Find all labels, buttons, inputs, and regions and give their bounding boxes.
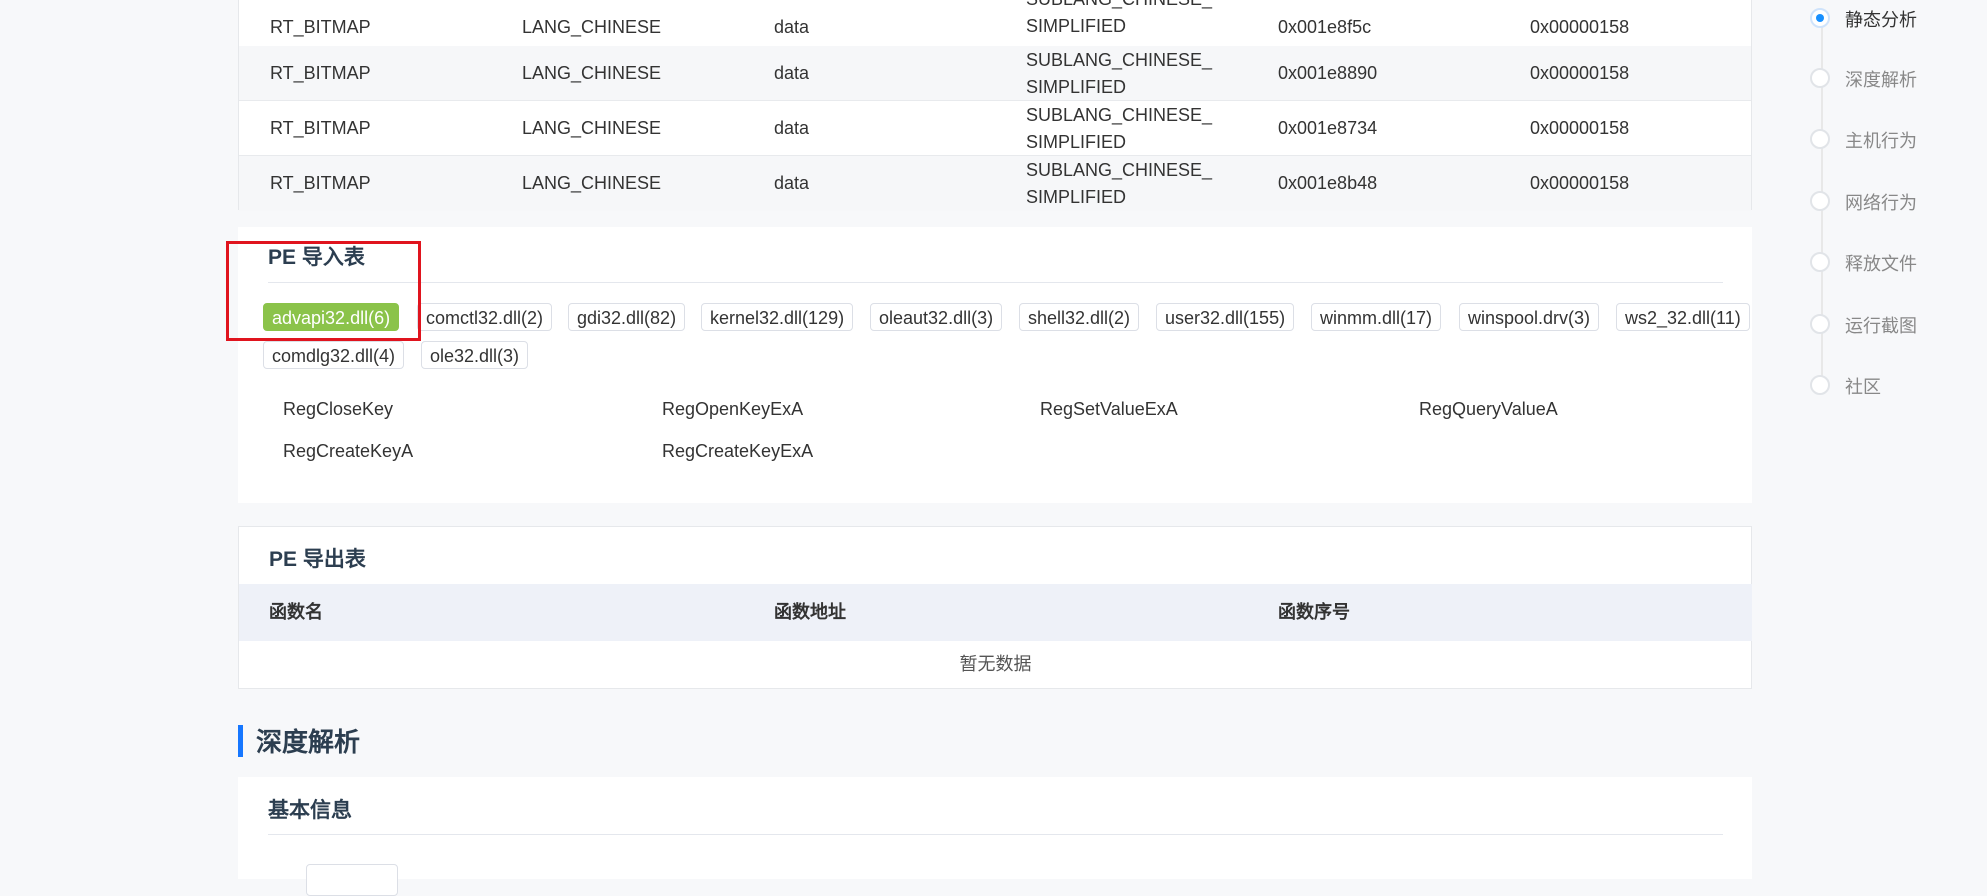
import-function: RegSetValueExA <box>1040 399 1178 419</box>
nav-label: 静态分析 <box>1845 10 1917 30</box>
dll-tag-user32[interactable]: user32.dll(155) <box>1156 303 1295 331</box>
basic-info-card <box>238 777 1752 879</box>
resource-type: RT_BITMAP <box>270 62 371 83</box>
import-function: RegOpenKeyExA <box>662 399 804 419</box>
nav-dot <box>1810 8 1830 28</box>
dll-tag-gdi32[interactable]: gdi32.dll(82) <box>568 303 686 331</box>
column-header: 函数序号 <box>1278 602 1350 622</box>
nav-label: 社区 <box>1845 377 1881 397</box>
export-table-title: PE 导出表 <box>269 548 366 571</box>
import-function: RegCreateKeyA <box>283 441 414 461</box>
table-row: RT_BITMAP LANG_CHINESE data SUBLANG_CHIN… <box>239 46 1751 101</box>
resource-type: RT_BITMAP <box>270 117 371 138</box>
nav-label: 网络行为 <box>1845 193 1917 213</box>
highlight-box <box>226 241 421 341</box>
nav-dot <box>1810 129 1830 149</box>
dll-tag-kernel32[interactable]: kernel32.dll(129) <box>701 303 854 331</box>
section-accent-bar <box>238 725 243 757</box>
resource-sublang: SUBLANG_CHINESE_SIMPLIFIED <box>1026 0 1212 36</box>
resource-sublang: SUBLANG_CHINESE_SIMPLIFIED <box>1026 105 1213 152</box>
resource-lang: LANG_CHINESE <box>522 62 662 83</box>
resource-sublang: SUBLANG_CHINESE_SIMPLIFIED <box>1026 160 1213 207</box>
nav-label: 释放文件 <box>1845 254 1917 274</box>
divider <box>268 282 1723 283</box>
nav-dot <box>1810 375 1830 395</box>
dll-tag-comctl32[interactable]: comctl32.dll(2) <box>417 303 553 331</box>
column-header: 函数名 <box>269 602 323 622</box>
dll-tag-oleaut32[interactable]: oleaut32.dll(3) <box>870 303 1003 331</box>
dll-tag-ole32[interactable]: ole32.dll(3) <box>421 341 529 369</box>
dll-tag-shell32[interactable]: shell32.dll(2) <box>1019 303 1140 331</box>
nav-dot <box>1810 314 1830 334</box>
resource-kind: data <box>774 117 810 138</box>
export-table-header: 函数名 函数地址 函数序号 <box>239 584 1752 641</box>
basic-info-title: 基本信息 <box>268 799 352 822</box>
dll-tag-ws2_32[interactable]: ws2_32.dll(11) <box>1616 303 1750 331</box>
resource-offset: 0x001e8b48 <box>1278 173 1378 193</box>
resource-kind: data <box>774 62 810 83</box>
import-function: RegCreateKeyExA <box>662 441 814 461</box>
import-function: RegQueryValueA <box>1419 399 1558 419</box>
nav-label: 深度解析 <box>1845 70 1917 90</box>
resource-sublang: SUBLANG_CHINESE_SIMPLIFIED <box>1026 50 1213 97</box>
resource-size: 0x00000158 <box>1530 62 1630 83</box>
column-header: 函数地址 <box>774 602 846 622</box>
import-function: RegCloseKey <box>283 399 394 419</box>
section-title: 深度解析 <box>256 727 361 757</box>
info-box <box>306 864 398 896</box>
resource-offset: 0x001e8890 <box>1278 62 1378 83</box>
resource-lang: LANG_CHINESE <box>522 117 662 138</box>
dll-tag-winmm[interactable]: winmm.dll(17) <box>1311 303 1442 331</box>
resource-table: RT_BITMAP LANG_CHINESE data SUBLANG_CHIN… <box>238 0 1752 211</box>
resource-size: 0x00000158 <box>1530 173 1630 193</box>
resource-size: 0x00000158 <box>1530 117 1630 138</box>
nav-dot <box>1810 68 1830 88</box>
nav-dot <box>1810 191 1830 211</box>
table-row: RT_BITMAP LANG_CHINESE data SUBLANG_CHIN… <box>239 156 1751 211</box>
nav-label: 主机行为 <box>1845 131 1917 151</box>
resource-type: RT_BITMAP <box>270 173 371 193</box>
resource-offset: 0x001e8734 <box>1278 117 1378 138</box>
table-row: RT_BITMAP LANG_CHINESE data SUBLANG_CHIN… <box>239 101 1751 156</box>
dll-tag-winspool[interactable]: winspool.drv(3) <box>1459 303 1600 331</box>
dll-tag-comdlg32[interactable]: comdlg32.dll(4) <box>263 341 405 369</box>
nav-label: 运行截图 <box>1845 316 1917 336</box>
resource-lang: LANG_CHINESE <box>522 173 662 193</box>
nav-dot <box>1810 252 1830 272</box>
divider <box>268 834 1723 835</box>
resource-kind: data <box>774 173 810 193</box>
empty-state: 暂无数据 <box>959 654 1032 674</box>
